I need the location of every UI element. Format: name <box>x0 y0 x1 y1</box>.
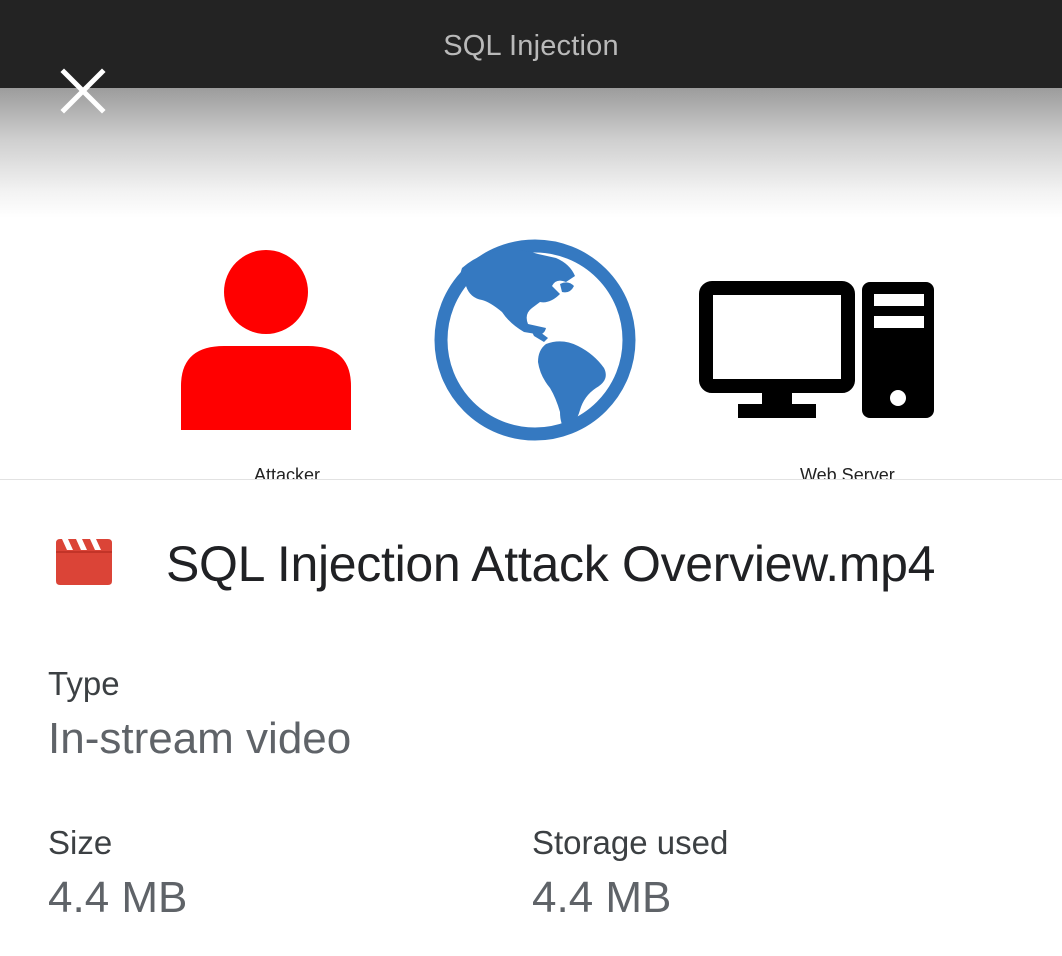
title-bar: SQL Injection <box>0 0 1062 88</box>
video-clapperboard-icon <box>54 537 114 587</box>
globe-icon <box>434 239 636 441</box>
type-value: In-stream video <box>48 714 352 763</box>
attacker-label: Attacker <box>254 465 321 480</box>
size-value: 4.4 MB <box>48 873 188 922</box>
top-scrim <box>0 88 1062 218</box>
size-label: Size <box>48 824 113 861</box>
preview-divider <box>0 479 1062 480</box>
web-server-icon <box>699 281 934 418</box>
storage-used-label: Storage used <box>532 824 729 861</box>
web-server-label: Web Server <box>800 465 895 480</box>
attacker-person-icon <box>181 250 351 430</box>
file-details-screen: Attacker Web Server SQL Injection SQL In… <box>0 0 1062 956</box>
close-button[interactable] <box>54 62 112 120</box>
diagram-graphic <box>181 239 934 441</box>
file-name: SQL Injection Attack Overview.mp4 <box>166 536 936 592</box>
preview-diagram: Attacker Web Server <box>0 228 1062 480</box>
close-icon <box>60 68 106 114</box>
video-preview[interactable]: Attacker Web Server SQL Injection <box>0 0 1062 480</box>
video-title: SQL Injection <box>443 30 619 62</box>
type-label: Type <box>48 665 120 702</box>
storage-used-value: 4.4 MB <box>532 873 672 922</box>
